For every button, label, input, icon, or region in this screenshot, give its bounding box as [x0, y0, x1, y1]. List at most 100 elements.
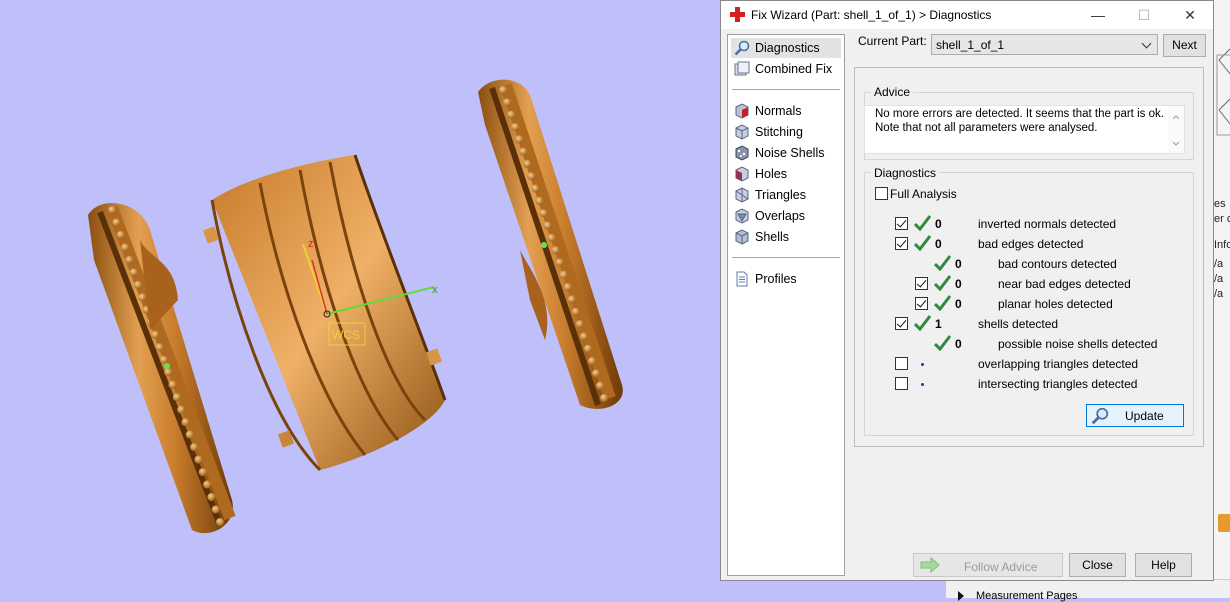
ring-bead	[587, 357, 596, 366]
nav-item-profiles[interactable]: Profiles	[731, 269, 841, 289]
ring-bead	[571, 307, 580, 316]
bad-edges-label: bad edges detected	[978, 237, 1084, 251]
ring-bead	[515, 135, 524, 144]
ring-bead	[523, 159, 532, 168]
ring-bead	[591, 369, 600, 378]
3d-viewport[interactable]: x z WCS	[0, 0, 722, 597]
maximize-button[interactable]: ☐	[1121, 1, 1167, 29]
scroll-arrows-icon	[1172, 115, 1180, 146]
check-icon	[914, 235, 931, 251]
nav-item-noise-shells[interactable]: Noise Shells	[731, 143, 841, 163]
current-part-label: Current Part:	[858, 34, 927, 48]
full-analysis-checkbox[interactable]	[875, 187, 888, 200]
ring-bead	[177, 405, 186, 414]
orange-toolbar-icon[interactable]	[1218, 514, 1230, 532]
advice-scrollbar[interactable]	[1168, 106, 1184, 153]
measurement-pages-bar[interactable]: Measurement Pages	[946, 579, 1230, 602]
planar-holes-label: planar holes detected	[998, 297, 1113, 311]
close-window-button[interactable]: ✕	[1167, 1, 1213, 29]
nav-label: Normals	[755, 104, 802, 118]
panel-fragment: /a	[1214, 288, 1224, 300]
inverted-normals-label: inverted normals detected	[978, 217, 1117, 231]
ring-bead	[531, 184, 540, 193]
minimize-button[interactable]: —	[1075, 1, 1121, 29]
fix-wizard-dialog: Fix Wizard (Part: shell_1_of_1) > Diagno…	[720, 0, 1214, 581]
overlapping-triangles-checkbox[interactable]	[895, 357, 908, 370]
ring-bead	[198, 468, 207, 477]
measurement-pages-label: Measurement Pages	[976, 590, 1078, 602]
panel-fragment: er o	[1214, 213, 1230, 225]
ring-bead	[116, 230, 125, 239]
advice-title: Advice	[871, 85, 914, 99]
ring-bead	[181, 418, 190, 427]
full-analysis-label: Full Analysis	[890, 187, 957, 201]
ring-bead	[190, 443, 199, 452]
nav-item-stitching[interactable]: Stitching	[731, 122, 841, 142]
update-button[interactable]: Update	[1086, 404, 1184, 427]
ring-bead	[129, 268, 138, 277]
nav-item-triangles[interactable]: Triangles	[731, 185, 841, 205]
current-part-select[interactable]: shell_1_of_1	[931, 34, 1158, 55]
wizard-nav: Diagnostics Combined Fix Normals Stitchi…	[727, 34, 845, 576]
normals-cube-icon	[735, 103, 749, 119]
ring-bead	[543, 221, 552, 230]
stitching-cube-icon	[735, 124, 749, 140]
ring-bead	[203, 480, 212, 489]
ring-bead	[535, 196, 544, 205]
ring-bead	[527, 172, 536, 181]
nav-label: Noise Shells	[755, 146, 825, 160]
check-icon	[934, 255, 951, 271]
panel-fragment: es	[1214, 198, 1226, 210]
near-bad-edges-checkbox[interactable]	[915, 277, 928, 290]
close-button[interactable]: Close	[1069, 553, 1126, 577]
window-title: Fix Wizard (Part: shell_1_of_1) > Diagno…	[751, 8, 992, 22]
nav-item-combined-fix[interactable]: Combined Fix	[731, 59, 841, 79]
pending-dot-icon	[921, 383, 924, 386]
chevron-down-icon	[1141, 38, 1152, 49]
magnifier-icon	[734, 40, 750, 56]
noise-shells-icon	[735, 145, 749, 161]
bad-edges-checkbox[interactable]	[895, 237, 908, 250]
nav-label: Combined Fix	[755, 62, 833, 76]
combined-fix-icon	[734, 61, 750, 76]
intersecting-triangles-checkbox[interactable]	[895, 377, 908, 390]
ring-bead	[583, 344, 592, 353]
nav-item-shells[interactable]: Shells	[731, 227, 841, 247]
ring-bead	[511, 122, 520, 131]
inverted-normals-count: 0	[935, 217, 942, 231]
nav-item-overlaps[interactable]: Overlaps	[731, 206, 841, 226]
shells-cube-icon	[735, 229, 749, 245]
near-bad-edges-count: 0	[955, 277, 962, 291]
expand-triangle-icon[interactable]	[958, 591, 964, 601]
follow-advice-button[interactable]: Follow Advice	[913, 553, 1063, 577]
shells-checkbox[interactable]	[895, 317, 908, 330]
next-button[interactable]: Next	[1163, 34, 1206, 57]
planar-holes-checkbox[interactable]	[915, 297, 928, 310]
ring-bead	[595, 381, 604, 390]
panel-fragment: /a	[1214, 273, 1224, 285]
check-icon	[934, 335, 951, 351]
ring-bead	[503, 98, 512, 107]
inverted-normals-checkbox[interactable]	[895, 217, 908, 230]
ring-bead	[519, 147, 528, 156]
nav-item-holes[interactable]: Holes	[731, 164, 841, 184]
panel-fragment: Info	[1214, 239, 1230, 251]
diagnostics-title: Diagnostics	[871, 166, 940, 180]
check-icon	[934, 275, 951, 291]
ring-bead	[194, 455, 203, 464]
ring-bead	[507, 110, 516, 119]
nav-item-normals[interactable]: Normals	[731, 101, 841, 121]
advice-textbox[interactable]: No more errors are detected. It seems th…	[864, 105, 1185, 154]
red-cross-icon	[730, 7, 745, 22]
nav-item-diagnostics[interactable]: Diagnostics	[731, 38, 841, 58]
help-button[interactable]: Help	[1135, 553, 1192, 577]
ring-bead	[207, 493, 216, 502]
intersecting-triangles-label: intersecting triangles detected	[978, 377, 1138, 391]
title-bar[interactable]: Fix Wizard (Part: shell_1_of_1) > Diagno…	[721, 1, 1213, 29]
right-ring	[478, 79, 623, 409]
nav-label: Profiles	[755, 272, 797, 286]
nav-label: Triangles	[755, 188, 806, 202]
wcs-label: WCS	[332, 328, 360, 342]
check-icon	[934, 295, 951, 311]
nav-label: Shells	[755, 230, 790, 244]
